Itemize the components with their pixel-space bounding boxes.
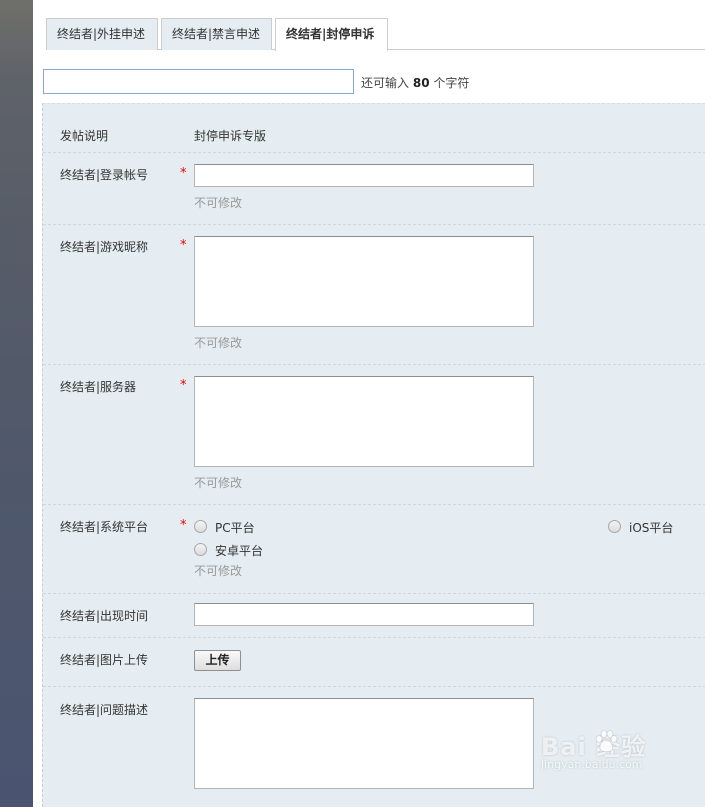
account-required-mark: * [180, 166, 187, 181]
main-panel: 终结者|外挂申述 终结者|禁言申述 终结者|封停申诉 还可输入 80 个字符 发… [33, 0, 705, 807]
char-hint-prefix: 还可输入 [361, 76, 410, 90]
platform-required-mark: * [180, 518, 187, 533]
server-note: 不可修改 [194, 476, 243, 490]
nickname-note: 不可修改 [194, 336, 243, 350]
title-row: 还可输入 80 个字符 [43, 69, 643, 94]
radio-pc[interactable] [194, 520, 207, 533]
radio-pc-label[interactable]: PC平台 [215, 519, 255, 536]
row-nickname: 终结者|游戏昵称 * 不可修改 [43, 225, 705, 365]
baidu-jingyan-watermark: Bai 经验 jingyan.baidu.com [541, 727, 681, 777]
row-post-note: 发帖说明 封停申诉专版 [43, 104, 705, 153]
left-background-strip [0, 0, 33, 807]
time-label: 终结者|出现时间 [60, 609, 149, 623]
time-input[interactable] [194, 603, 534, 626]
radio-ios-label[interactable]: iOS平台 [629, 519, 673, 536]
tab-ban-appeal[interactable]: 终结者|封停申诉 [275, 18, 388, 51]
platform-note: 不可修改 [194, 564, 243, 578]
nickname-label: 终结者|游戏昵称 [60, 240, 149, 254]
tab-mute-appeal[interactable]: 终结者|禁言申述 [161, 18, 272, 50]
row-server: 终结者|服务器 * 不可修改 [43, 365, 705, 505]
row-image-upload: 终结者|图片上传 上传 [43, 638, 705, 687]
watermark-url: jingyan.baidu.com [541, 758, 643, 771]
row-time: 终结者|出现时间 [43, 594, 705, 638]
description-textarea[interactable] [194, 698, 534, 789]
radio-android[interactable] [194, 543, 207, 556]
row-account: 终结者|登录帐号 * 不可修改 [43, 153, 705, 225]
account-label: 终结者|登录帐号 [60, 168, 149, 182]
nickname-required-mark: * [180, 238, 187, 253]
account-input[interactable] [194, 164, 534, 187]
post-note-label: 发帖说明 [60, 129, 109, 143]
upload-button[interactable]: 上传 [194, 650, 241, 671]
nickname-textarea[interactable] [194, 236, 534, 327]
tab-plugin-appeal[interactable]: 终结者|外挂申述 [46, 18, 158, 50]
row-platform: 终结者|系统平台 * PC平台 iOS平台 安卓平台 不可修改 [43, 505, 705, 594]
image-upload-label: 终结者|图片上传 [60, 653, 149, 667]
post-form: 发帖说明 封停申诉专版 终结者|登录帐号 * 不可修改 终结者|游戏昵称 * 不… [42, 103, 705, 807]
platform-label: 终结者|系统平台 [60, 520, 149, 534]
char-hint-suffix: 个字符 [433, 76, 470, 90]
server-required-mark: * [180, 378, 187, 393]
account-note: 不可修改 [194, 196, 243, 210]
post-note-value: 封停申诉专版 [194, 129, 267, 143]
radio-ios[interactable] [608, 520, 621, 533]
char-hint-count: 80 [412, 76, 430, 90]
description-label: 终结者|问题描述 [60, 703, 149, 717]
char-count-hint: 还可输入 80 个字符 [361, 74, 469, 91]
baidu-paw-icon [595, 730, 618, 753]
title-input[interactable] [43, 69, 354, 94]
radio-android-label[interactable]: 安卓平台 [215, 542, 263, 559]
tab-bar: 终结者|外挂申述 终结者|禁言申述 终结者|封停申诉 [46, 18, 705, 51]
server-textarea[interactable] [194, 376, 534, 467]
server-label: 终结者|服务器 [60, 380, 137, 394]
